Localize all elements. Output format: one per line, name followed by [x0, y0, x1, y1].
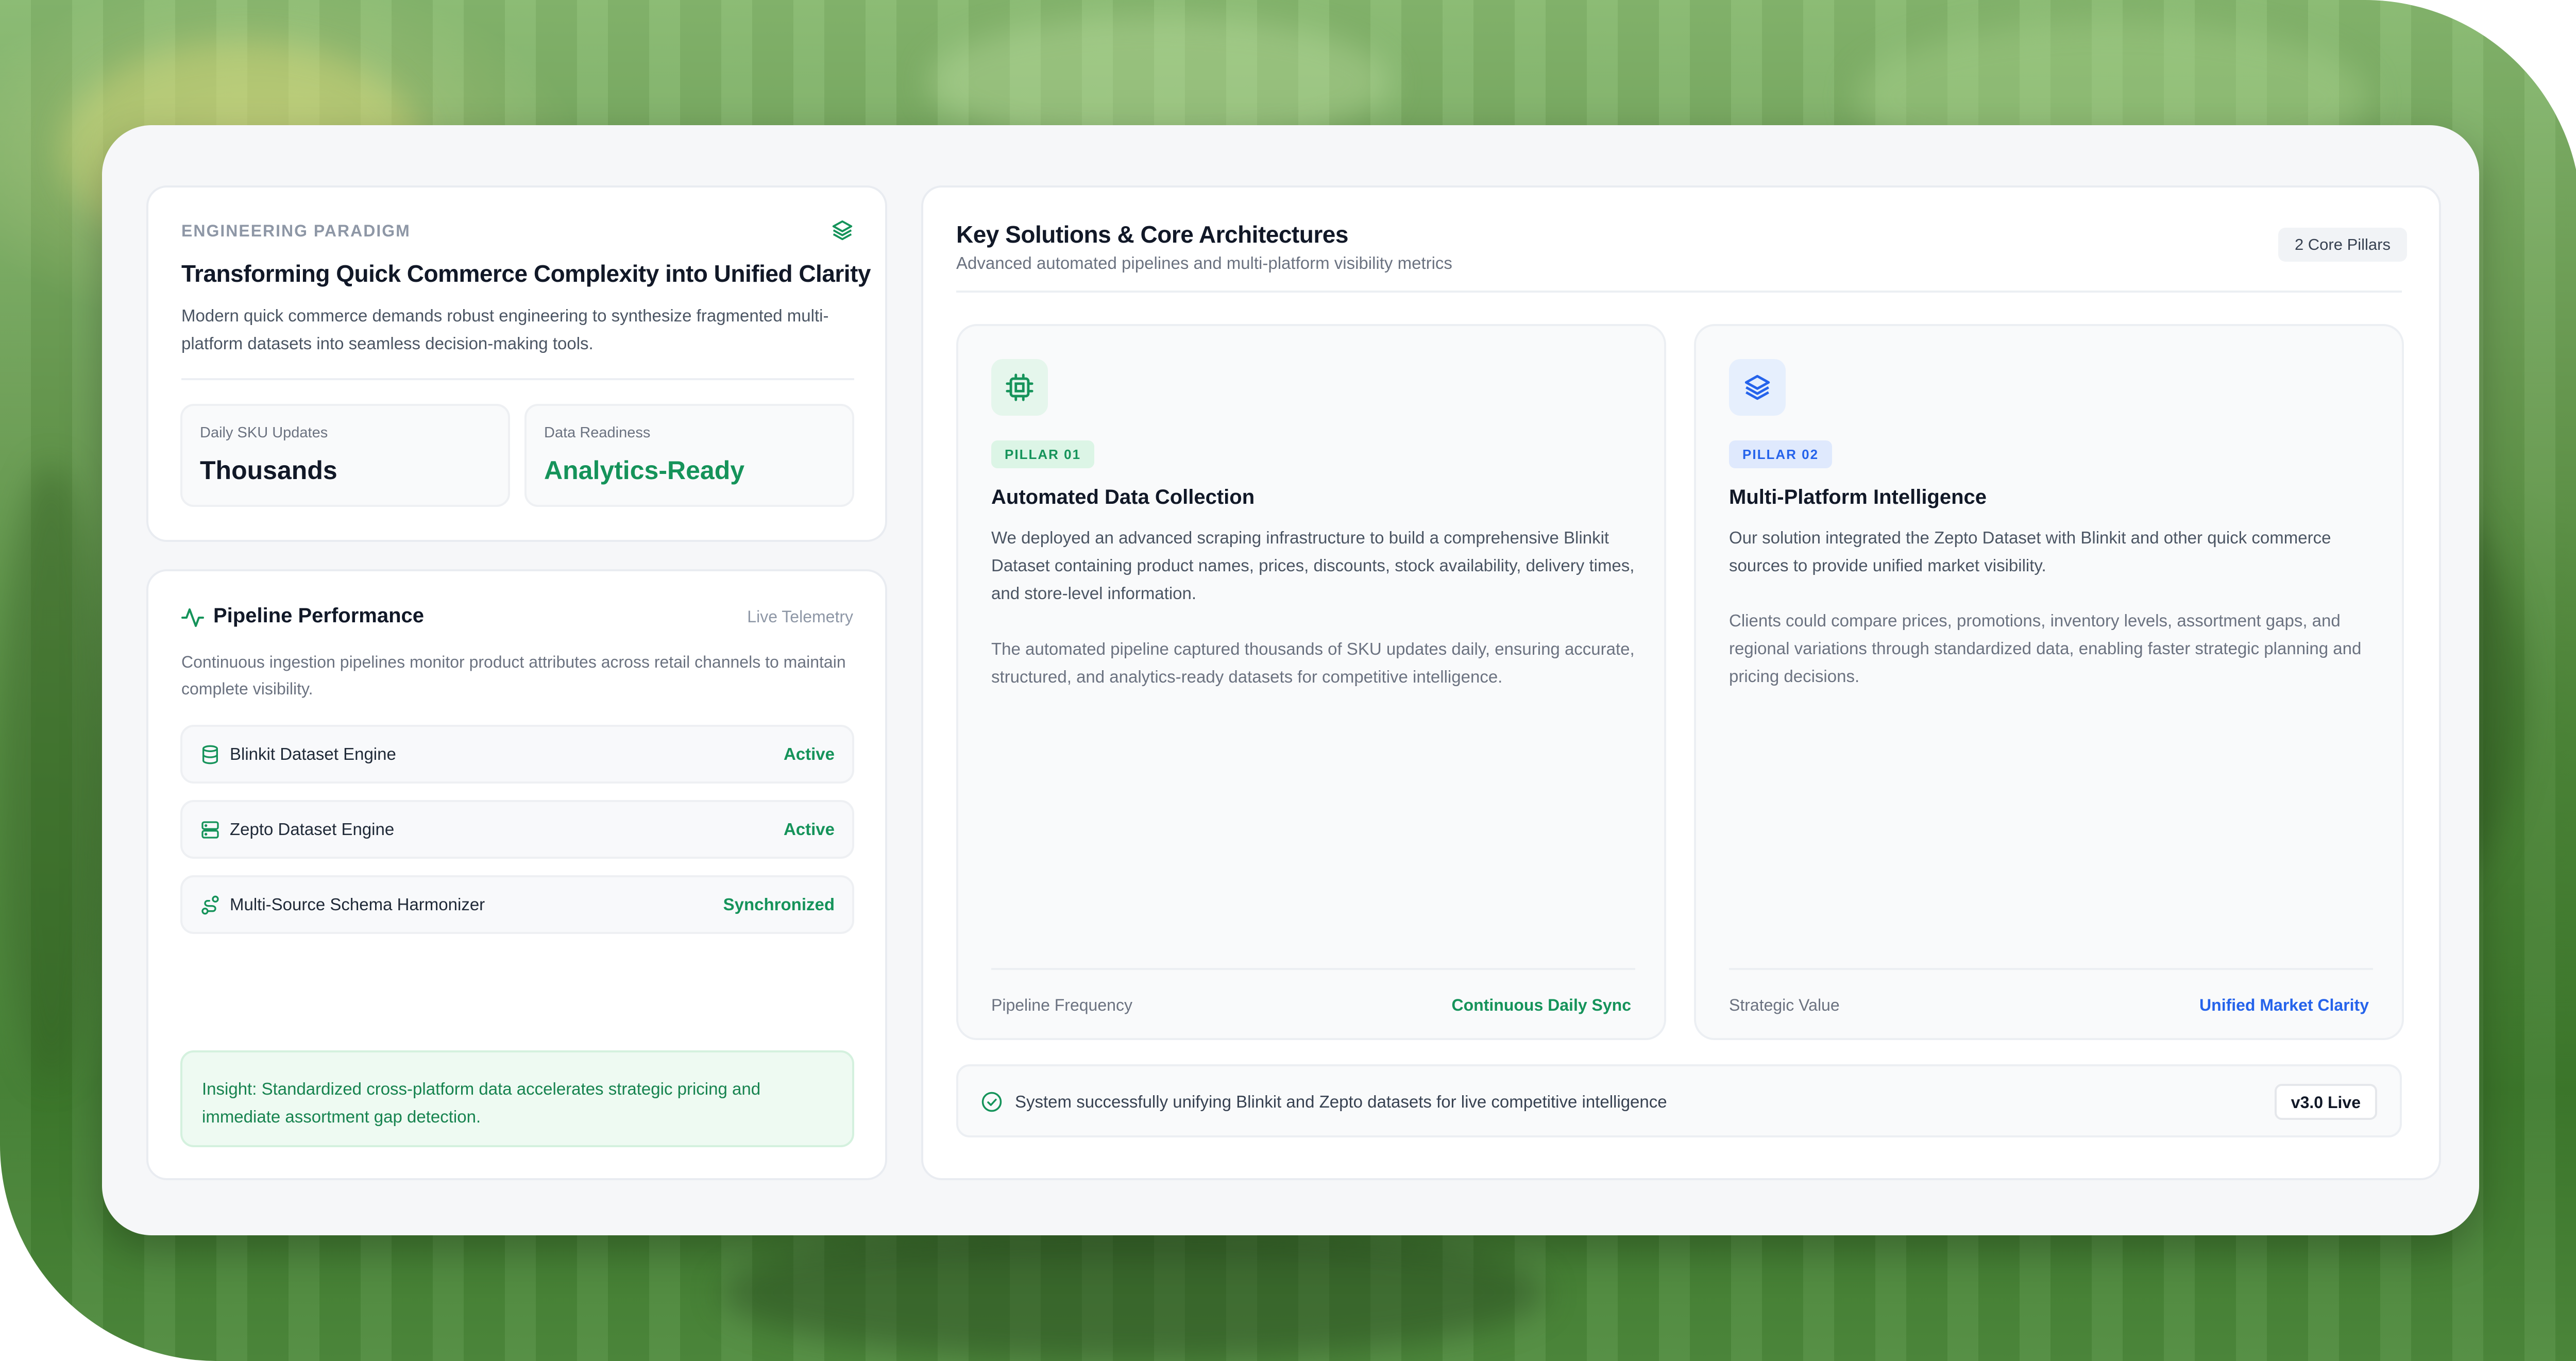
stat-label: Daily SKU Updates [200, 424, 328, 441]
solutions-title: Key Solutions & Core Architectures [956, 221, 1348, 248]
main-card: ENGINEERING PARADIGM Transforming Quick … [102, 125, 2479, 1235]
engine-row-harmonizer[interactable]: Multi-Source Schema Harmonizer Synchroni… [180, 875, 854, 934]
divider [1729, 968, 2373, 970]
stat-daily-sku: Daily SKU Updates Thousands [180, 404, 510, 507]
pillar-footer-label: Strategic Value [1729, 996, 1840, 1014]
divider [956, 291, 2402, 293]
pillar-footer-label: Pipeline Frequency [991, 996, 1132, 1014]
engine-name: Blinkit Dataset Engine [230, 744, 396, 763]
pillar-title: Multi-Platform Intelligence [1729, 486, 1987, 508]
solutions-panel: Key Solutions & Core Architectures Advan… [921, 185, 2441, 1180]
pillar-description: We deployed an advanced scraping infrast… [991, 528, 1635, 603]
engine-name: Multi-Source Schema Harmonizer [230, 895, 485, 914]
engine-status: Active [783, 744, 835, 763]
pillar-icon-box [991, 359, 1048, 416]
pillar-title: Automated Data Collection [991, 486, 1255, 508]
core-pillars-badge: 2 Core Pillars [2278, 228, 2407, 262]
system-status-text: System successfully unifying Blinkit and… [1015, 1092, 1667, 1111]
insight-text: Insight: Standardized cross-platform dat… [202, 1079, 761, 1126]
stack-icon [832, 220, 853, 241]
engine-status: Active [783, 820, 835, 839]
stat-value: Analytics-Ready [544, 456, 745, 485]
cpu-icon [1006, 373, 1033, 401]
paradigm-panel: ENGINEERING PARADIGM Transforming Quick … [146, 185, 887, 542]
system-status-bar: System successfully unifying Blinkit and… [956, 1064, 2402, 1137]
layers-icon [1744, 375, 1770, 400]
solutions-subtitle: Advanced automated pipelines and multi-p… [956, 253, 1452, 273]
activity-icon [181, 608, 204, 627]
pillar-card-multi-platform: PILLAR 02 Multi-Platform Intelligence Ou… [1694, 324, 2404, 1040]
engine-status: Synchronized [723, 895, 835, 914]
version-badge[interactable]: v3.0 Live [2274, 1084, 2377, 1120]
paradigm-title: Transforming Quick Commerce Complexity i… [181, 260, 871, 287]
engine-name: Zepto Dataset Engine [230, 820, 395, 839]
live-telemetry-label: Live Telemetry [747, 607, 853, 626]
pipeline-description: Continuous ingestion pipelines monitor p… [181, 653, 846, 698]
paradigm-eyebrow: ENGINEERING PARADIGM [181, 222, 411, 240]
divider [991, 968, 1635, 970]
pillar-description: Our solution integrated the Zepto Datase… [1729, 528, 2331, 575]
divider [181, 378, 854, 380]
pipeline-panel: Pipeline Performance Live Telemetry Cont… [146, 569, 887, 1180]
pillar-tag: PILLAR 02 [1729, 440, 1833, 468]
check-circle-icon [981, 1092, 1002, 1112]
engine-row-blinkit[interactable]: Blinkit Dataset Engine Active [180, 725, 854, 784]
insight-callout: Insight: Standardized cross-platform dat… [180, 1050, 854, 1147]
route-icon [201, 895, 219, 915]
database-icon [202, 745, 218, 764]
pillar-description-secondary: Clients could compare prices, promotions… [1729, 611, 2362, 686]
stat-value: Thousands [200, 456, 337, 485]
engine-row-zepto[interactable]: Zepto Dataset Engine Active [180, 800, 854, 859]
pillar-tag: PILLAR 01 [991, 440, 1095, 468]
pillar-icon-box [1729, 359, 1786, 416]
pillar-footer-value: Unified Market Clarity [2199, 996, 2369, 1014]
pillar-card-automated-collection: PILLAR 01 Automated Data Collection We d… [956, 324, 1666, 1040]
pillar-footer-value: Continuous Daily Sync [1451, 996, 1631, 1014]
stat-data-readiness: Data Readiness Analytics-Ready [524, 404, 854, 507]
stat-label: Data Readiness [544, 424, 651, 441]
paradigm-description: Modern quick commerce demands robust eng… [181, 306, 829, 353]
server-icon [201, 821, 219, 839]
pipeline-title: Pipeline Performance [213, 604, 425, 627]
pillar-description-secondary: The automated pipeline captured thousand… [991, 639, 1635, 686]
